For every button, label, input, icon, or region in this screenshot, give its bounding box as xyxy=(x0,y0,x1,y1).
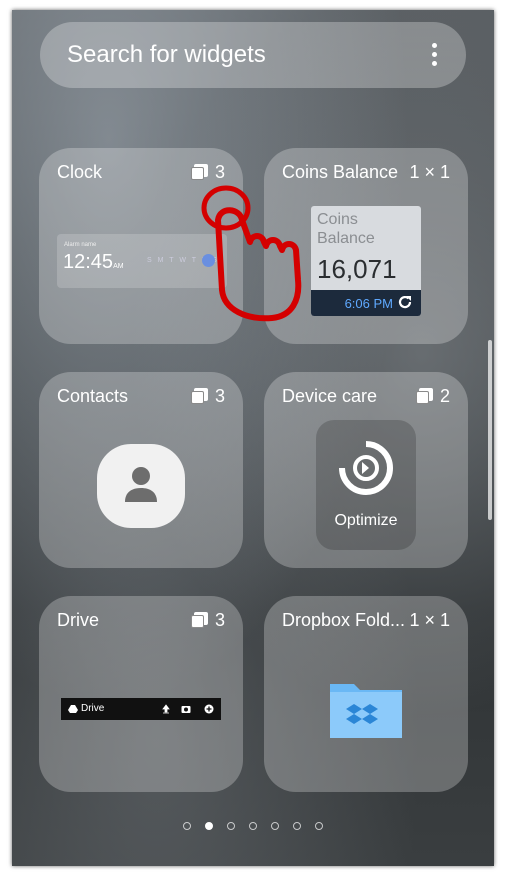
coins-time: 6:06 PM xyxy=(344,296,393,311)
widget-picker-screen: Search for widgets Clock 3 Alarm name 12… xyxy=(12,10,494,866)
person-icon xyxy=(125,467,157,502)
widget-count: 3 xyxy=(190,610,225,631)
widget-title: Dropbox Fold... xyxy=(282,610,406,630)
widget-title: Clock xyxy=(57,162,103,182)
widget-title: Drive xyxy=(57,610,100,630)
drive-preview: Drive xyxy=(61,698,221,720)
scrollbar[interactable] xyxy=(488,340,492,520)
refresh-icon xyxy=(398,295,412,309)
page-dot[interactable] xyxy=(227,822,235,830)
more-vert-icon[interactable] xyxy=(432,43,438,67)
dropbox-folder-icon xyxy=(330,684,402,738)
optimize-icon xyxy=(339,441,393,495)
alarm-time: 12:45AM xyxy=(63,251,124,273)
upload-icon xyxy=(162,704,170,714)
page-indicator xyxy=(12,822,494,830)
search-input[interactable]: Search for widgets xyxy=(67,41,266,69)
widget-size: 1 × 1 xyxy=(409,162,450,182)
page-dot[interactable] xyxy=(183,822,191,830)
alarm-name: Alarm name xyxy=(64,242,97,248)
widget-card-drive[interactable]: Drive 3 Drive xyxy=(39,596,243,792)
search-bar[interactable]: Search for widgets xyxy=(40,22,466,88)
coins-label: Coins Balance xyxy=(317,211,375,247)
coins-status-bar: 6:06 PM xyxy=(311,290,421,316)
widget-card-dropbox[interactable]: Dropbox Fold... 1 × 1 xyxy=(264,596,468,792)
camera-icon xyxy=(181,706,191,713)
contacts-preview xyxy=(97,444,185,528)
device-care-preview: Optimize xyxy=(316,420,416,550)
page-dot[interactable] xyxy=(271,822,279,830)
optimize-label: Optimize xyxy=(334,512,398,529)
drive-label: Drive xyxy=(81,703,105,714)
widget-title: Contacts xyxy=(57,386,129,406)
coins-preview: Coins Balance 16,071 6:06 PM xyxy=(311,206,421,316)
stack-icon xyxy=(190,388,208,405)
widget-title: Device care xyxy=(282,386,378,406)
coins-value: 16,071 xyxy=(317,254,397,284)
widget-count: 2 xyxy=(415,386,450,407)
page-dot[interactable] xyxy=(205,822,213,830)
page-dot[interactable] xyxy=(315,822,323,830)
tap-gesture-annotation-icon xyxy=(201,185,302,322)
page-dot[interactable] xyxy=(293,822,301,830)
widget-count: 3 xyxy=(190,386,225,407)
page-dot[interactable] xyxy=(249,822,257,830)
add-icon xyxy=(204,704,214,714)
widget-size: 1 × 1 xyxy=(409,610,450,630)
widget-card-contacts[interactable]: Contacts 3 xyxy=(39,372,243,568)
stack-icon xyxy=(190,164,208,181)
widget-card-device-care[interactable]: Device care 2 Optimize xyxy=(264,372,468,568)
stack-icon xyxy=(415,388,433,405)
drive-logo-icon xyxy=(68,705,78,713)
stack-icon xyxy=(190,612,208,629)
